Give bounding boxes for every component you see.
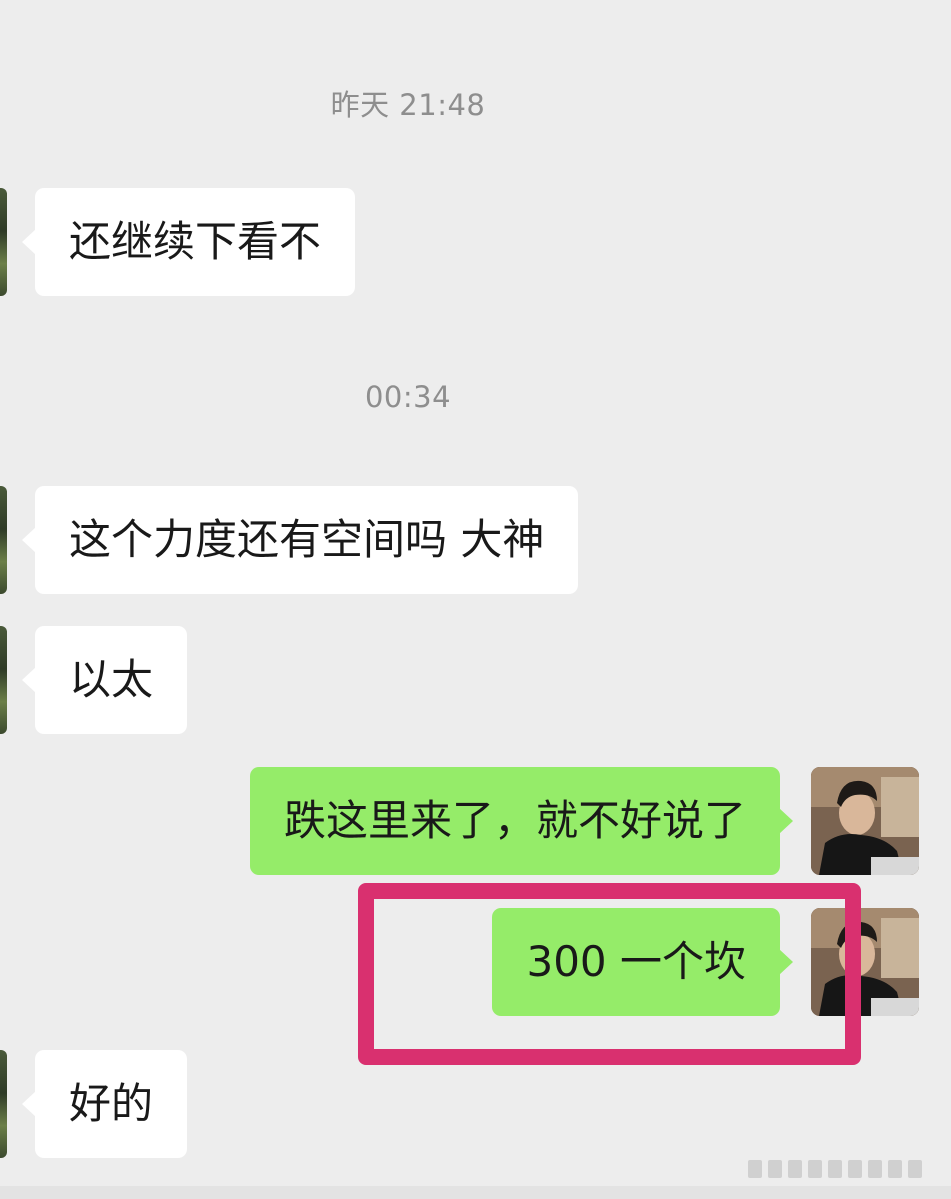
contact-avatar[interactable]: [0, 626, 7, 734]
incoming-message[interactable]: 好的: [21, 1050, 188, 1158]
timestamp: 昨天 21:48: [330, 88, 486, 122]
contact-avatar[interactable]: [0, 1050, 7, 1158]
contact-avatar[interactable]: [0, 188, 7, 296]
chat-view: 昨天 21:48 还继续下看不 00:34 这个力度还有空间吗 大神 以太 跌这…: [0, 0, 951, 1199]
watermark-icon: [748, 1160, 922, 1178]
outgoing-message[interactable]: 跌这里来了，就不好说了: [249, 767, 794, 875]
timestamp: 00:34: [364, 380, 452, 414]
incoming-message[interactable]: 还继续下看不: [21, 188, 356, 296]
bottom-edge: [0, 1186, 951, 1199]
person-photo-icon: [811, 767, 919, 875]
incoming-message[interactable]: 以太: [21, 626, 188, 734]
my-avatar[interactable]: [811, 767, 919, 875]
contact-avatar[interactable]: [0, 486, 7, 594]
incoming-message[interactable]: 这个力度还有空间吗 大神: [21, 486, 579, 594]
highlight-annotation-box: [358, 883, 861, 1065]
